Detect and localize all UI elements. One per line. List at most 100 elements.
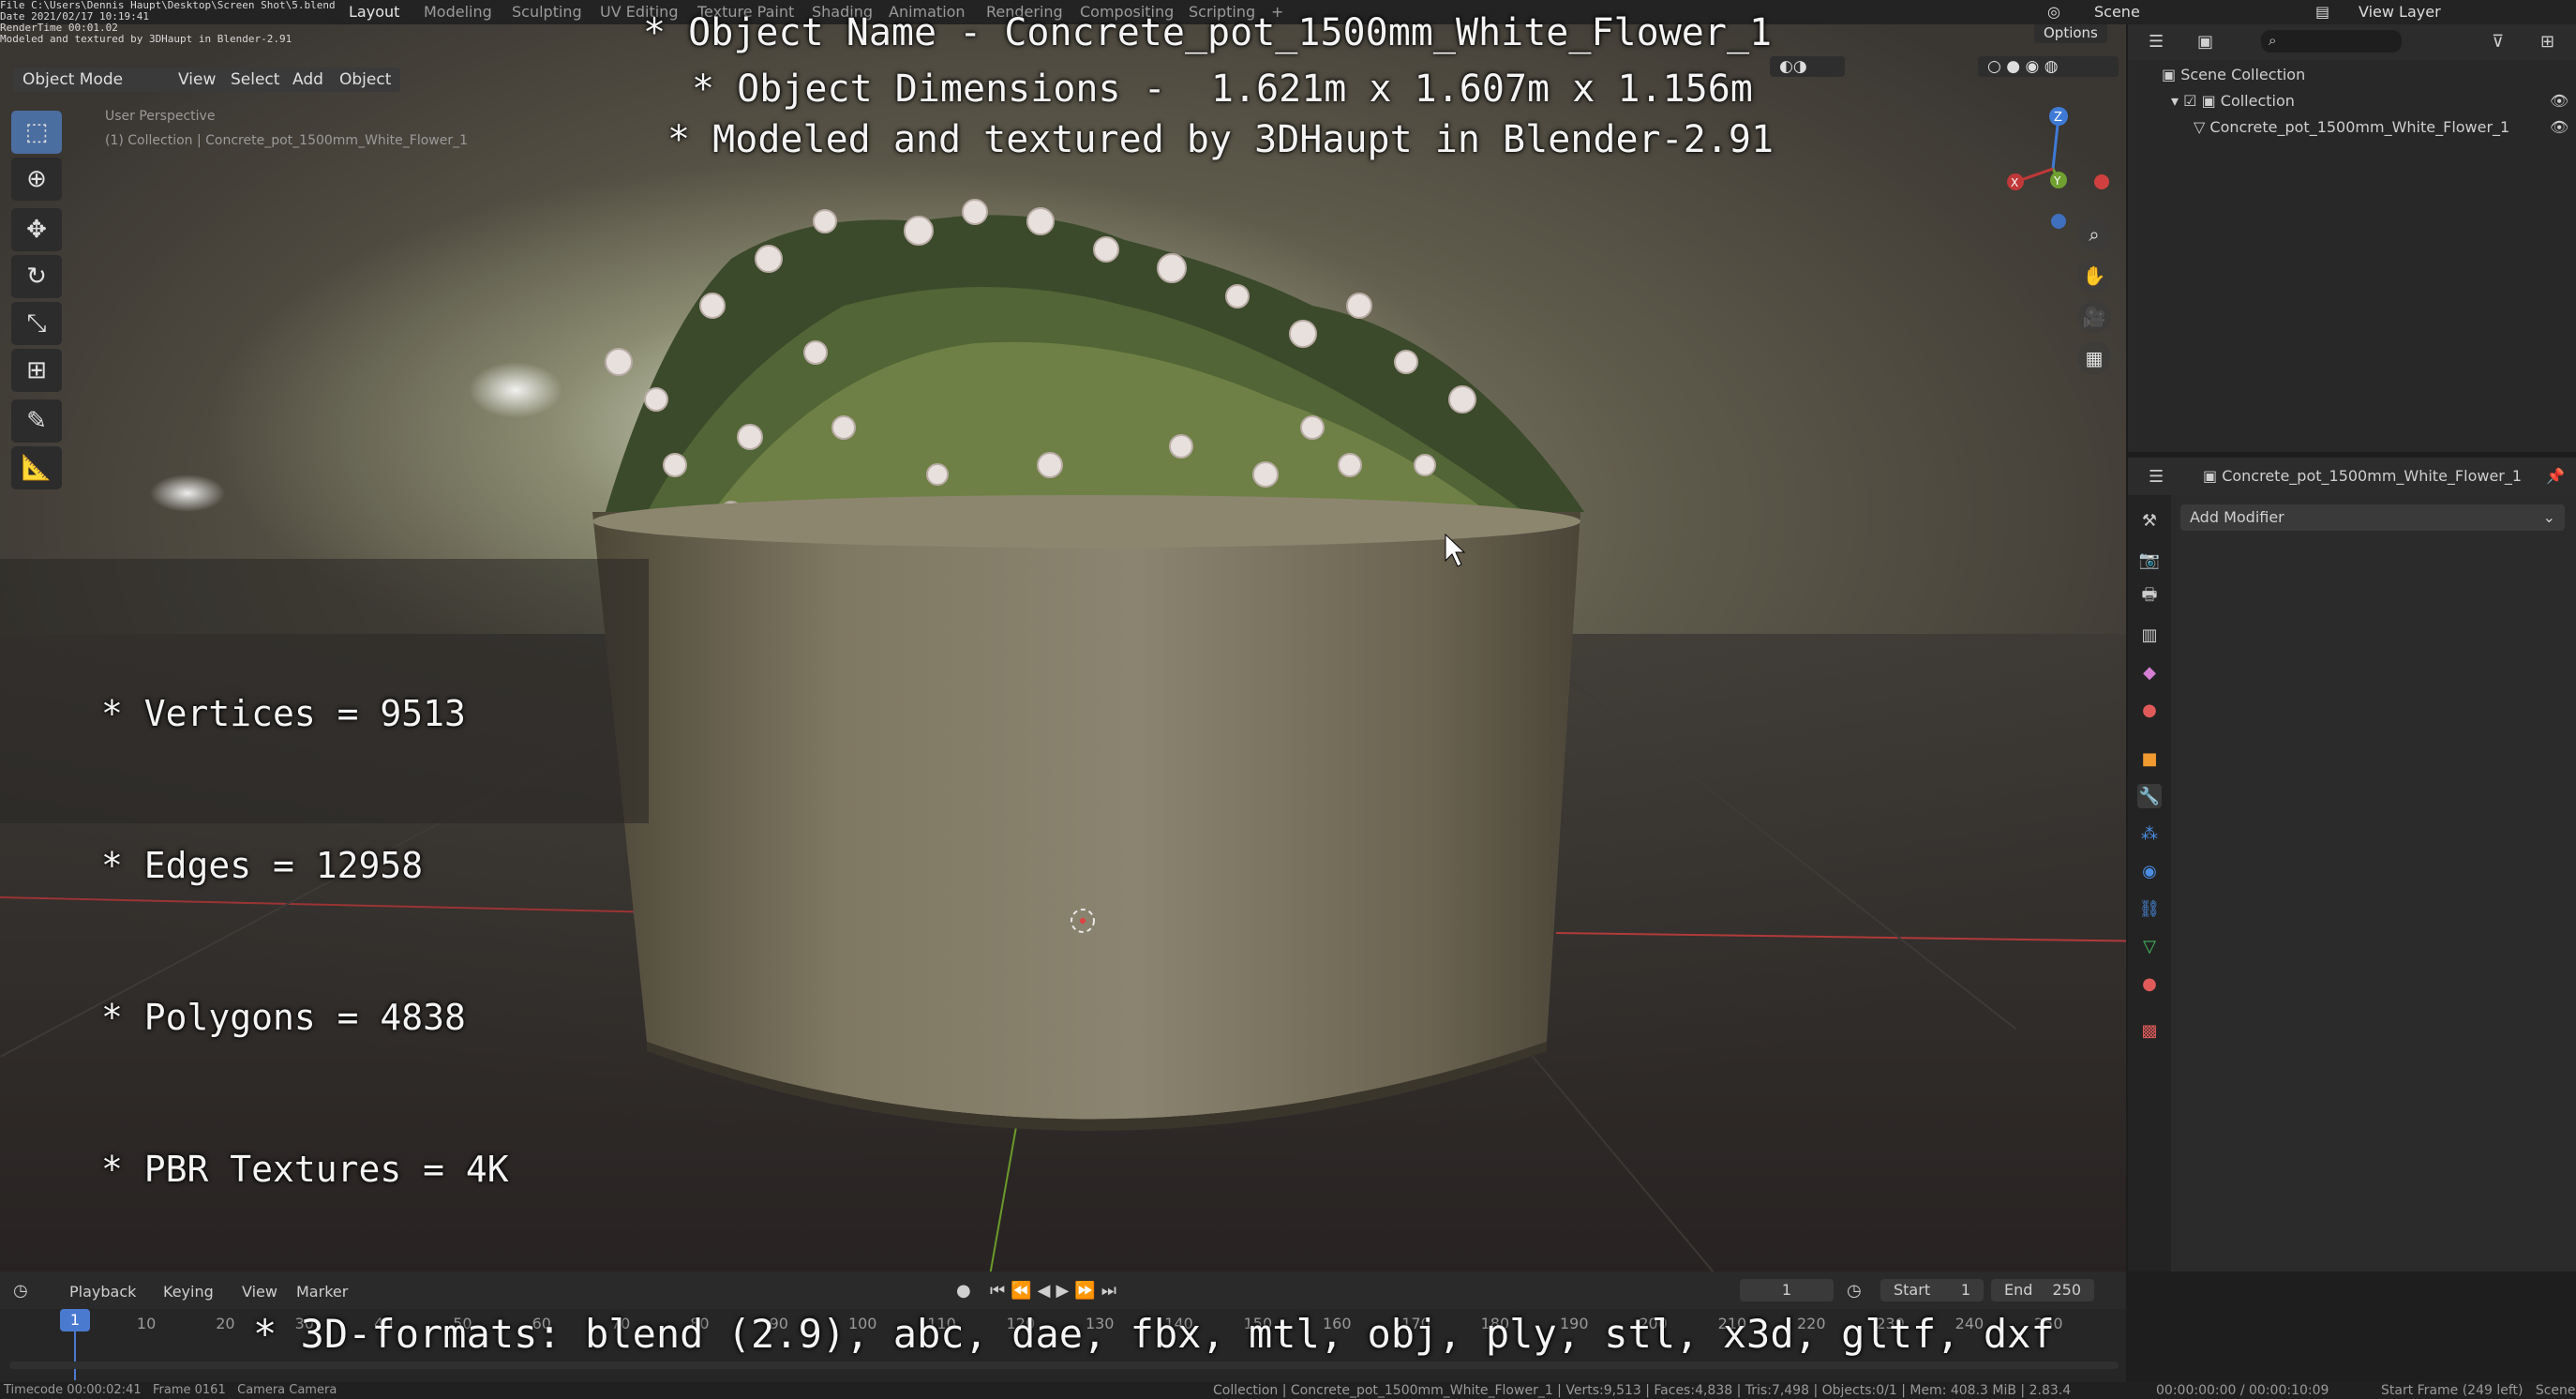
- overlay-object-name: * Object Name - Concrete_pot_1500mm_Whit…: [643, 11, 1773, 54]
- overlay-3d-formats: * 3D-formats: blend (2.9), abc, dae, fbx…: [253, 1311, 2055, 1357]
- outliner-search-input[interactable]: ⌕: [2261, 30, 2402, 53]
- world-tab-icon[interactable]: ●: [2137, 698, 2162, 722]
- render-stamp: File C:\Users\Dennis Haupt\Desktop\Scree…: [0, 0, 336, 45]
- tab-modeling[interactable]: Modeling: [424, 3, 492, 21]
- clock-icon[interactable]: ◷: [13, 1281, 28, 1301]
- tool-tab-icon[interactable]: ⚒: [2137, 508, 2162, 533]
- tab-layout[interactable]: Layout: [349, 3, 399, 21]
- select-box-icon[interactable]: ⬚: [11, 111, 62, 154]
- collection-label: (1) Collection | Concrete_pot_1500mm_Whi…: [105, 133, 469, 148]
- add-modifier-dropdown[interactable]: Add Modifier ⌄: [2180, 504, 2565, 531]
- object-tab-icon[interactable]: ■: [2137, 746, 2162, 771]
- status-right: Start Frame (249 left) Scene Scene: [2381, 1383, 2576, 1398]
- view-layer-tab-icon[interactable]: ▥: [2137, 623, 2162, 647]
- stamp-note: Modeled and textured by 3DHaupt in Blend…: [0, 33, 292, 45]
- scene-icon[interactable]: ◎: [2047, 3, 2060, 21]
- outliner-panel: ☰ ▣ ⌕ ⊽ ⊞ ▣ Scene Collection ▾ ☑ ▣ Colle…: [2128, 24, 2576, 452]
- view-layer-icon[interactable]: ▤: [2315, 3, 2329, 21]
- search-icon: ⌕: [2269, 32, 2277, 49]
- properties-panel: ☰ ▣ Concrete_pot_1500mm_White_Flower_1 📌…: [2128, 458, 2576, 1271]
- gizmo-x-label: X: [2011, 176, 2018, 189]
- output-tab-icon[interactable]: 🖶: [2137, 585, 2162, 609]
- gizmo-y-label: Y: [2053, 174, 2061, 188]
- object-label: Concrete_pot_1500mm_White_Flower_1: [2209, 118, 2510, 136]
- stats-list: * Vertices = 9513 * Edges = 12958 * Poly…: [101, 587, 509, 1245]
- display-mode-icon[interactable]: ▣: [2197, 32, 2213, 52]
- viewport-shading-wireframe[interactable]: ◐◑: [1770, 56, 1845, 77]
- stat-textures: * PBR Textures = 4K: [101, 1149, 509, 1190]
- new-collection-icon[interactable]: ⊞: [2540, 32, 2554, 52]
- object-mode-dropdown[interactable]: Object Mode: [13, 68, 172, 92]
- pan-hand-icon[interactable]: ✋: [2077, 259, 2111, 293]
- material-tab-icon[interactable]: ●: [2137, 971, 2162, 996]
- menu-view[interactable]: View: [169, 68, 226, 92]
- physics-tab-icon[interactable]: ◉: [2137, 859, 2162, 883]
- grid-perspective-icon[interactable]: ▦: [2077, 341, 2111, 375]
- cursor-tool-icon[interactable]: ⊕: [11, 158, 62, 201]
- object-row[interactable]: ▽ Concrete_pot_1500mm_White_Flower_1: [2194, 118, 2509, 136]
- preview-range-icon[interactable]: ◷: [1847, 1281, 1862, 1301]
- playhead-frame[interactable]: 1: [60, 1309, 90, 1331]
- gizmo-z-label: Z: [2054, 111, 2062, 125]
- annotate-tool-icon[interactable]: ✎: [11, 399, 62, 443]
- mesh-icon: ▣: [2203, 467, 2223, 485]
- zoom-icon[interactable]: ⌕: [2077, 218, 2111, 251]
- status-timecode: 00:00:00:00 / 00:00:10:09: [2156, 1383, 2329, 1398]
- pin-icon[interactable]: 📌: [2546, 467, 2565, 485]
- properties-header: ☰ ▣ Concrete_pot_1500mm_White_Flower_1 📌: [2128, 458, 2576, 495]
- status-left: Timecode 00:00:02:41 Frame 0161 Camera C…: [4, 1383, 337, 1397]
- menu-keying[interactable]: Keying: [163, 1283, 214, 1301]
- expand-arrow-icon[interactable]: ▾: [2171, 92, 2183, 110]
- collection-row[interactable]: ▾ ☑ ▣ Collection: [2171, 92, 2295, 110]
- particles-tab-icon[interactable]: ⁂: [2137, 821, 2162, 846]
- start-value: 1: [1960, 1281, 1970, 1299]
- current-frame-field[interactable]: 1: [1740, 1279, 1834, 1301]
- menu-marker[interactable]: Marker: [296, 1283, 348, 1301]
- end-frame-field[interactable]: End 250: [1991, 1279, 2094, 1301]
- rotate-tool-icon[interactable]: ↻: [11, 255, 62, 298]
- eye-icon[interactable]: 👁: [2550, 118, 2569, 136]
- menu-object[interactable]: Object: [330, 68, 401, 92]
- timeline-tick: 10: [136, 1315, 157, 1332]
- data-tab-icon[interactable]: ▽: [2137, 934, 2162, 958]
- playback-controls[interactable]: ⏮⏪◀▶⏩⏭: [990, 1281, 1122, 1301]
- scale-tool-icon[interactable]: ⤡: [11, 302, 62, 345]
- scene-collection-row[interactable]: ▣ Scene Collection: [2162, 66, 2305, 83]
- constraints-tab-icon[interactable]: ⛓: [2137, 896, 2162, 921]
- render-tab-icon[interactable]: 📷: [2137, 548, 2162, 572]
- editor-type-icon[interactable]: ☰: [2149, 32, 2164, 52]
- menu-playback[interactable]: Playback: [69, 1283, 136, 1301]
- eye-icon[interactable]: 👁: [2550, 92, 2569, 110]
- move-tool-icon[interactable]: ✥: [11, 208, 62, 251]
- checkbox-icon[interactable]: ☑: [2183, 92, 2201, 110]
- overlay-modeled-by: * Modeled and textured by 3DHaupt in Ble…: [667, 118, 1775, 161]
- status-stats: Collection | Concrete_pot_1500mm_White_F…: [1213, 1383, 2072, 1398]
- modifier-tab-icon[interactable]: 🔧: [2137, 784, 2162, 808]
- options-dropdown[interactable]: Options: [2034, 24, 2107, 43]
- view-layer-selector[interactable]: View Layer: [2359, 3, 2441, 21]
- properties-object-name: Concrete_pot_1500mm_White_Flower_1: [2222, 467, 2523, 485]
- navigation-gizmo[interactable]: Z Y X: [1987, 103, 2119, 234]
- camera-icon[interactable]: 🎥: [2077, 300, 2111, 334]
- editor-type-icon[interactable]: ☰: [2149, 467, 2164, 487]
- record-button[interactable]: ●: [956, 1281, 971, 1301]
- scene-tab-icon[interactable]: ◆: [2137, 660, 2162, 684]
- menu-select[interactable]: Select: [221, 68, 290, 92]
- timeline-side-area: [2128, 1271, 2576, 1382]
- measure-tool-icon[interactable]: 📐: [11, 446, 62, 489]
- menu-add[interactable]: Add: [283, 68, 333, 92]
- filter-icon[interactable]: ⊽: [2492, 32, 2504, 52]
- start-frame-field[interactable]: Start 1: [1880, 1279, 1984, 1301]
- viewport-shading-modes[interactable]: ○ ● ◉ ◍: [1978, 56, 2119, 77]
- tab-sculpting[interactable]: Sculpting: [512, 3, 582, 21]
- transform-tool-icon[interactable]: ⊞: [11, 349, 62, 392]
- properties-tabs: ⚒ 📷 🖶 ▥ ◆ ● ■ 🔧 ⁂ ◉ ⛓ ▽ ● ▩: [2128, 495, 2171, 1271]
- end-value: 250: [2052, 1281, 2081, 1299]
- menu-view[interactable]: View: [242, 1283, 277, 1301]
- texture-tab-icon[interactable]: ▩: [2137, 1018, 2162, 1043]
- add-modifier-label: Add Modifier: [2190, 508, 2284, 526]
- scene-collection-label: Scene Collection: [2180, 66, 2306, 83]
- scene-selector[interactable]: Scene: [2094, 3, 2140, 21]
- chevron-down-icon: ⌄: [2542, 508, 2555, 526]
- timeline-scrollbar[interactable]: [9, 1361, 2119, 1369]
